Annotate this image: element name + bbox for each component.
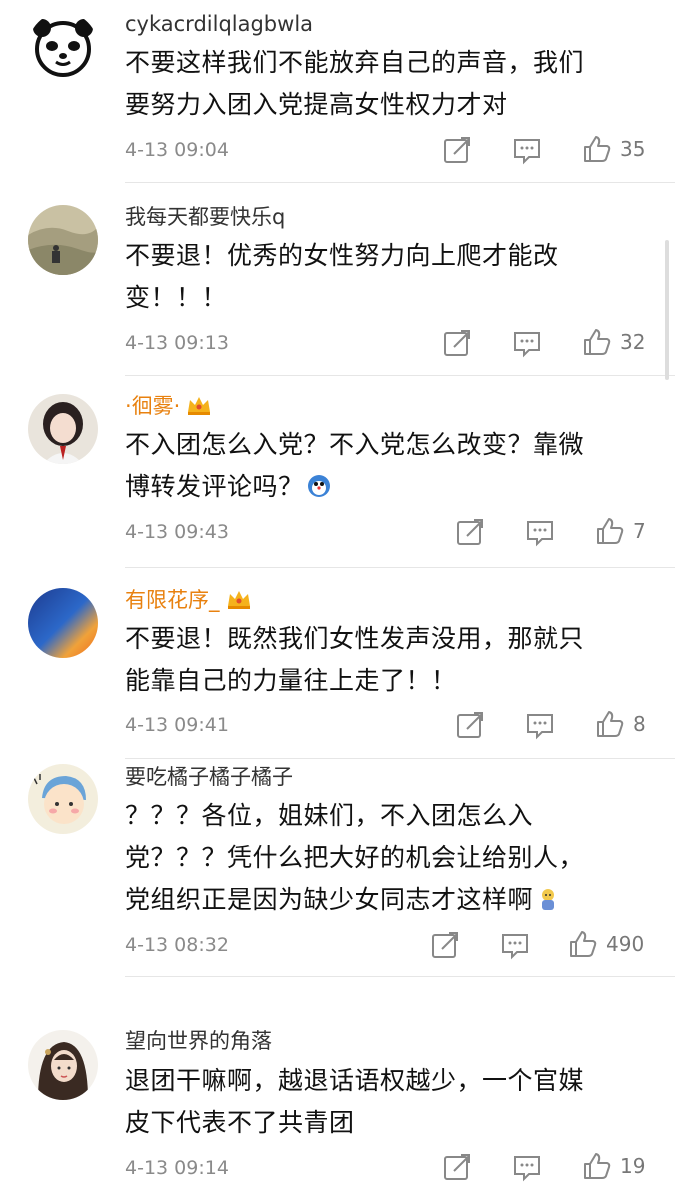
like-button[interactable]: 490 — [568, 929, 644, 959]
comment-text: 不要退！优秀的女性努力向上爬才能改 变！！！ — [125, 241, 559, 312]
emoji-icon — [535, 886, 561, 912]
anime-girl-avatar — [28, 394, 98, 464]
share-icon — [444, 137, 470, 163]
share-icon — [444, 1154, 470, 1180]
timestamp: 4-13 09:41 — [125, 714, 229, 736]
share-icon — [432, 932, 458, 958]
like-icon — [597, 711, 624, 737]
comment-text: 不入团怎么入党？不入党怎么改变？靠微 博转发评论吗？ — [125, 430, 585, 501]
like-count: 19 — [620, 1154, 646, 1178]
avatar[interactable] — [28, 12, 98, 82]
comment-button[interactable] — [500, 930, 530, 960]
avatar[interactable] — [28, 764, 98, 834]
like-icon — [597, 518, 624, 544]
share-button[interactable] — [442, 328, 472, 358]
comment-button[interactable] — [512, 135, 542, 165]
avatar[interactable] — [28, 588, 98, 658]
comment-text: 不要这样我们不能放弃自己的声音，我们 要努力入团入党提高女性权力才对 — [125, 48, 585, 119]
gradient-orb-avatar — [28, 588, 98, 658]
avatar[interactable] — [28, 1030, 98, 1100]
like-button[interactable]: 19 — [582, 1151, 645, 1181]
vip-crown-icon — [226, 588, 252, 610]
divider — [125, 758, 675, 759]
username[interactable]: ·徊雾· — [125, 392, 212, 420]
timestamp: 4-13 09:13 — [125, 332, 229, 354]
timestamp: 4-13 08:32 — [125, 934, 229, 956]
comment-button[interactable] — [512, 328, 542, 358]
comment-button[interactable] — [525, 710, 555, 740]
like-count: 35 — [620, 137, 646, 161]
comment-text: 不要退！既然我们女性发声没用，那就只 能靠自己的力量往上走了！！ — [125, 624, 585, 695]
like-count: 490 — [606, 932, 645, 956]
username[interactable]: 要吃橘子橘子橘子 — [125, 763, 293, 791]
username[interactable]: cykacrdilqlagbwla — [125, 10, 313, 38]
share-icon — [444, 330, 470, 356]
divider — [125, 567, 675, 568]
timestamp: 4-13 09:14 — [125, 1157, 229, 1179]
avatar[interactable] — [28, 394, 98, 464]
comment-list: cykacrdilqlagbwla 不要这样我们不能放弃自己的声音，我们 要努力… — [0, 0, 675, 1200]
like-icon — [584, 136, 611, 162]
cartoon-kid-avatar — [28, 764, 98, 834]
username[interactable]: 望向世界的角落 — [125, 1027, 272, 1055]
comment-icon — [514, 1156, 540, 1182]
timestamp: 4-13 09:04 — [125, 139, 229, 161]
share-icon — [457, 712, 483, 738]
comment-text: 退团干嘛啊，越退话语权越少，一个官媒 皮下代表不了共青团 — [125, 1066, 585, 1137]
divider — [125, 182, 675, 183]
avatar[interactable] — [28, 205, 98, 275]
like-count: 32 — [620, 330, 646, 354]
illustrated-lady-avatar — [28, 1030, 98, 1100]
timestamp: 4-13 09:43 — [125, 521, 229, 543]
like-button[interactable]: 7 — [595, 516, 646, 546]
like-button[interactable]: 35 — [582, 134, 645, 164]
divider — [125, 976, 675, 977]
comment-icon — [502, 934, 528, 960]
comment-icon — [527, 521, 553, 547]
comment-button[interactable] — [525, 517, 555, 547]
username[interactable]: 有限花序_ — [125, 586, 252, 614]
share-button[interactable] — [455, 517, 485, 547]
vip-crown-icon — [186, 394, 212, 416]
share-button[interactable] — [430, 930, 460, 960]
comment-button[interactable] — [512, 1152, 542, 1182]
like-count: 8 — [633, 712, 646, 736]
panda-face-avatar — [28, 12, 98, 82]
share-button[interactable] — [455, 710, 485, 740]
like-button[interactable]: 8 — [595, 709, 646, 739]
scrollbar[interactable] — [665, 240, 669, 380]
share-icon — [457, 519, 483, 545]
landscape-photo-avatar — [28, 205, 98, 275]
share-button[interactable] — [442, 135, 472, 165]
like-icon — [570, 931, 597, 957]
emoji-icon — [306, 473, 332, 499]
comment-icon — [527, 714, 553, 740]
comment-icon — [514, 332, 540, 358]
share-button[interactable] — [442, 1152, 472, 1182]
like-button[interactable]: 32 — [582, 327, 645, 357]
username[interactable]: 我每天都要快乐q — [125, 203, 285, 231]
like-count: 7 — [633, 519, 646, 543]
divider — [125, 375, 675, 376]
comment-text: ？？？各位，姐妹们，不入团怎么入 党？？？凭什么把大好的机会让给别人， 党组织正… — [125, 801, 585, 914]
comment-icon — [514, 139, 540, 165]
like-icon — [584, 329, 611, 355]
like-icon — [584, 1153, 611, 1179]
